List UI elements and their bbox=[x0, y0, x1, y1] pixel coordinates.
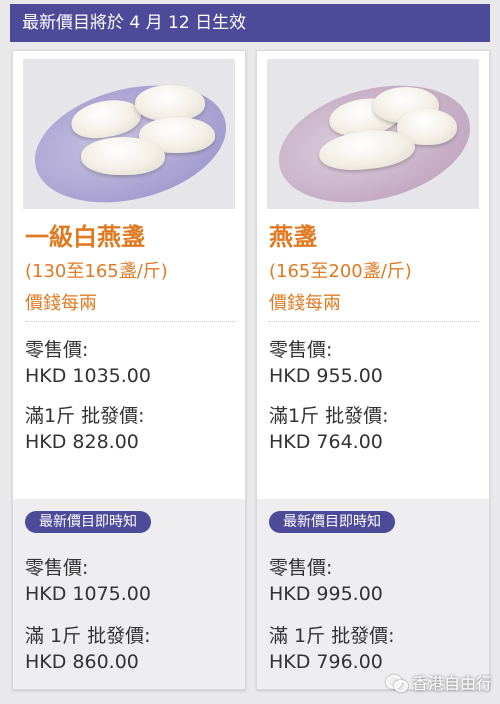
retail-price-value: HKD 1035.00 bbox=[25, 365, 151, 387]
wechat-icon bbox=[385, 673, 408, 692]
new-wholesale-price-label: 滿 1斤 批發價: bbox=[269, 625, 395, 647]
new-wholesale-price-label: 滿 1斤 批發價: bbox=[25, 625, 151, 647]
product-photo[interactable] bbox=[267, 59, 479, 209]
retail-price-label: 零售價: bbox=[25, 339, 89, 361]
product-spec: (130至165盞/斤) bbox=[25, 261, 168, 282]
new-retail-price-value: HKD 1075.00 bbox=[25, 583, 151, 605]
source-watermark: 香港自由行 bbox=[385, 670, 492, 694]
wholesale-price-label: 滿1斤 批發價: bbox=[269, 405, 389, 427]
latest-price-badge[interactable]: 最新價目即時知 bbox=[25, 511, 151, 533]
new-wholesale-price-value: HKD 796.00 bbox=[269, 651, 383, 673]
product-card-white-bird-nest[interactable]: 一級白燕盞 (130至165盞/斤) 價錢每兩 零售價: HKD 1035.00… bbox=[12, 50, 246, 690]
dotted-divider bbox=[269, 321, 479, 322]
new-wholesale-price-value: HKD 860.00 bbox=[25, 651, 139, 673]
product-name: 燕盞 bbox=[269, 223, 317, 251]
latest-price-badge[interactable]: 最新價目即時知 bbox=[269, 511, 395, 533]
product-name: 一級白燕盞 bbox=[25, 223, 145, 251]
retail-price-label: 零售價: bbox=[269, 339, 333, 361]
price-unit-note: 價錢每兩 bbox=[269, 293, 341, 314]
bird-nest-piece bbox=[135, 85, 205, 121]
bird-nest-piece bbox=[81, 137, 165, 175]
dotted-divider bbox=[25, 321, 235, 322]
wholesale-price-value: HKD 764.00 bbox=[269, 431, 383, 453]
wholesale-price-label: 滿1斤 批發價: bbox=[25, 405, 145, 427]
new-retail-price-label: 零售價: bbox=[269, 557, 333, 579]
product-card-bird-nest[interactable]: 燕盞 (165至200盞/斤) 價錢每兩 零售價: HKD 955.00 滿1斤… bbox=[256, 50, 490, 690]
wholesale-price-value: HKD 828.00 bbox=[25, 431, 139, 453]
new-retail-price-value: HKD 995.00 bbox=[269, 583, 383, 605]
watermark-text: 香港自由行 bbox=[411, 674, 492, 693]
effective-date-banner: 最新價目將於 4 月 12 日生效 bbox=[10, 4, 490, 42]
retail-price-value: HKD 955.00 bbox=[269, 365, 383, 387]
product-spec: (165至200盞/斤) bbox=[269, 261, 412, 282]
price-unit-note: 價錢每兩 bbox=[25, 293, 97, 314]
new-retail-price-label: 零售價: bbox=[25, 557, 89, 579]
product-photo[interactable] bbox=[23, 59, 235, 209]
